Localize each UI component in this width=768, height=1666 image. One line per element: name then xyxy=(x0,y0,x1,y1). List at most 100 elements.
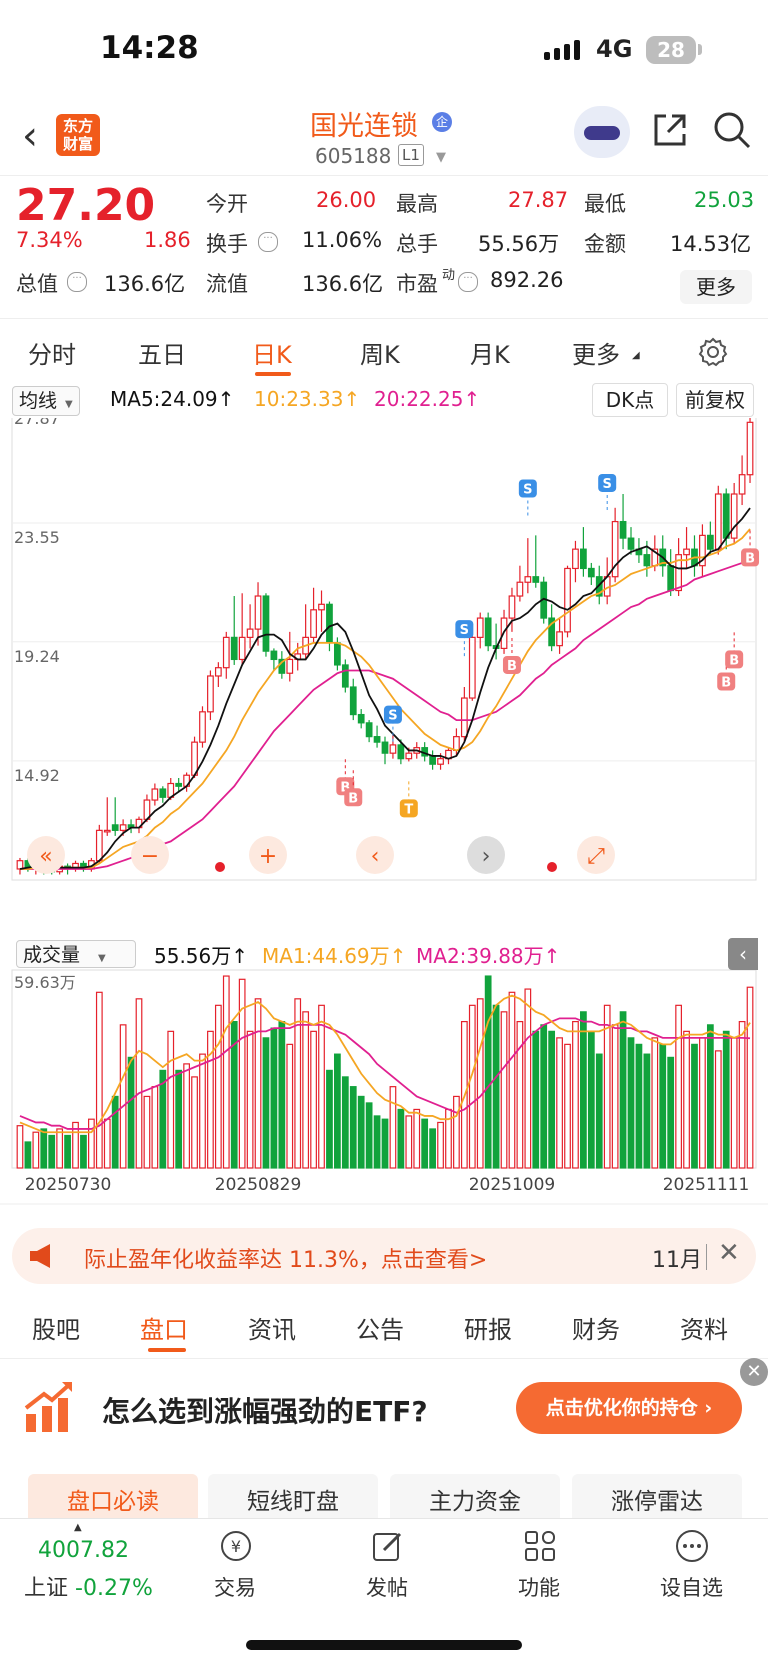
ma-selector[interactable]: 均线 ▼ xyxy=(12,386,80,416)
candle-body xyxy=(627,537,635,550)
volume-selector[interactable]: 成交量 ▼ xyxy=(16,940,136,968)
candle-body xyxy=(397,744,405,760)
amount-value: 14.53亿 xyxy=(670,232,752,256)
float-value: 136.6亿 xyxy=(302,272,384,296)
dk-point-button[interactable]: DK点 xyxy=(592,383,668,417)
banner-text[interactable]: 际止盈年化收益率达 11.3%，点击查看> xyxy=(84,1242,487,1274)
status-time: 14:28 xyxy=(100,30,199,66)
nav-post[interactable]: 发帖 xyxy=(366,1572,408,1602)
nav-trade[interactable]: 交易 xyxy=(214,1572,256,1602)
open-value: 26.00 xyxy=(316,188,377,212)
volume-bar xyxy=(683,1030,690,1169)
chart-control-icon: « xyxy=(39,844,52,869)
banner-month: 11月 xyxy=(652,1248,702,1273)
volume-bar xyxy=(167,1030,175,1169)
tab-daily-k[interactable]: 日K xyxy=(252,335,292,370)
share-icon[interactable] xyxy=(650,110,690,150)
more-button[interactable]: 更多 xyxy=(680,270,752,304)
tab-research[interactable]: 研报 xyxy=(464,1310,512,1345)
pe-label: 市盈 xyxy=(396,272,438,296)
volume-bar xyxy=(476,998,484,1169)
volume-bar xyxy=(365,1102,373,1169)
stock-code: 605188 xyxy=(315,144,392,168)
tab-monthly-k[interactable]: 月K xyxy=(470,335,510,370)
tab-news[interactable]: 资讯 xyxy=(248,1310,296,1345)
optimize-holdings-button[interactable]: 点击优化你的持仓 › xyxy=(516,1382,742,1434)
volume-bar xyxy=(714,1050,722,1169)
candle-body xyxy=(214,667,222,677)
volume-bar xyxy=(127,1056,135,1169)
chart-control-icon: − xyxy=(141,844,159,869)
tab-more[interactable]: 更多 xyxy=(572,335,620,370)
candle-body xyxy=(468,636,476,699)
level-badge[interactable]: L1 xyxy=(398,144,424,166)
info-icon[interactable]: ··· xyxy=(258,232,278,252)
volume-bar xyxy=(103,1118,111,1169)
assistant-robot-icon[interactable] xyxy=(574,106,630,158)
volume-bar xyxy=(659,1043,667,1169)
megaphone-icon xyxy=(30,1244,50,1268)
candle-body xyxy=(381,741,389,754)
chevron-down-icon[interactable]: ▼ xyxy=(436,150,446,165)
candle-body xyxy=(334,642,341,666)
volume-bar xyxy=(635,1043,643,1169)
candle-body xyxy=(429,755,436,765)
index-name[interactable]: 上证 -0.27% xyxy=(24,1570,153,1602)
close-icon[interactable]: ✕ xyxy=(740,1358,768,1386)
volume-bar xyxy=(619,1011,627,1169)
price-tick-label: 19.24 xyxy=(14,647,60,666)
network-type: 4G xyxy=(596,35,633,63)
candle-body xyxy=(151,788,159,801)
trade-yuan-icon[interactable]: ¥ xyxy=(218,1528,254,1564)
volume-bar xyxy=(278,1020,286,1169)
volume-bar xyxy=(310,1030,317,1169)
pe-value: 892.26 xyxy=(490,268,564,292)
tab-guba[interactable]: 股吧 xyxy=(32,1310,80,1345)
info-icon[interactable]: ··· xyxy=(67,272,87,292)
volume-bar xyxy=(95,991,103,1169)
back-icon[interactable]: ‹ xyxy=(22,116,38,156)
tab-intraday[interactable]: 分时 xyxy=(28,335,76,370)
more-dots-icon[interactable] xyxy=(674,1528,710,1564)
total-value: 136.6亿 xyxy=(104,272,186,296)
battery-cap xyxy=(698,44,702,55)
restore-rights-button[interactable]: 前复权 xyxy=(676,383,754,417)
volume-bar xyxy=(143,1095,151,1169)
total-value-label: 总值 xyxy=(16,272,58,296)
index-value[interactable]: 4007.82 xyxy=(38,1538,129,1563)
candle-body xyxy=(738,474,746,495)
search-icon[interactable] xyxy=(712,110,752,150)
tab-announcement[interactable]: 公告 xyxy=(356,1310,404,1345)
tab-weekly-k[interactable]: 周K xyxy=(360,335,400,370)
signal-marker-label: S xyxy=(388,709,397,724)
date-tick-label: 20251111 xyxy=(663,1175,750,1195)
volume-ma1: MA1:44.69万↑ xyxy=(262,944,407,968)
chevron-up-icon[interactable]: ▲ xyxy=(74,1522,82,1533)
stock-name[interactable]: 国光连锁 xyxy=(310,104,418,143)
volume-bar xyxy=(175,1069,183,1169)
tab-pankou[interactable]: 盘口 xyxy=(140,1310,188,1345)
gear-icon[interactable] xyxy=(697,336,729,368)
tab-five-day[interactable]: 五日 xyxy=(138,335,186,370)
candle-body xyxy=(667,565,675,592)
volume-bar xyxy=(183,1063,190,1169)
functions-grid-icon[interactable] xyxy=(522,1528,558,1564)
candle-body xyxy=(580,548,587,570)
turnover-value: 11.06% xyxy=(302,228,383,252)
volume-bar xyxy=(627,1037,635,1169)
collapse-panel-icon[interactable]: ‹ xyxy=(728,938,758,970)
low-value: 25.03 xyxy=(694,188,755,212)
kline-chart[interactable]: 27.8723.5519.2414.92SSS SBBTBBBB« − + ‹ › ⤢59.… xyxy=(0,418,768,1218)
info-icon[interactable]: ··· xyxy=(458,272,478,292)
volume-bar xyxy=(270,1027,278,1169)
chevron-down-icon: ▼ xyxy=(98,953,106,964)
volume-bar xyxy=(413,1108,421,1169)
edit-post-icon[interactable] xyxy=(370,1528,406,1564)
close-icon[interactable]: ✕ xyxy=(718,1238,740,1268)
ad-title[interactable]: 怎么选到涨幅强劲的ETF? xyxy=(102,1390,428,1430)
tab-finance[interactable]: 财务 xyxy=(572,1310,620,1345)
nav-functions[interactable]: 功能 xyxy=(518,1572,560,1602)
nav-add-watchlist[interactable]: 设自选 xyxy=(660,1572,723,1602)
tab-profile[interactable]: 资料 xyxy=(680,1310,728,1345)
ma10-line xyxy=(19,528,751,870)
